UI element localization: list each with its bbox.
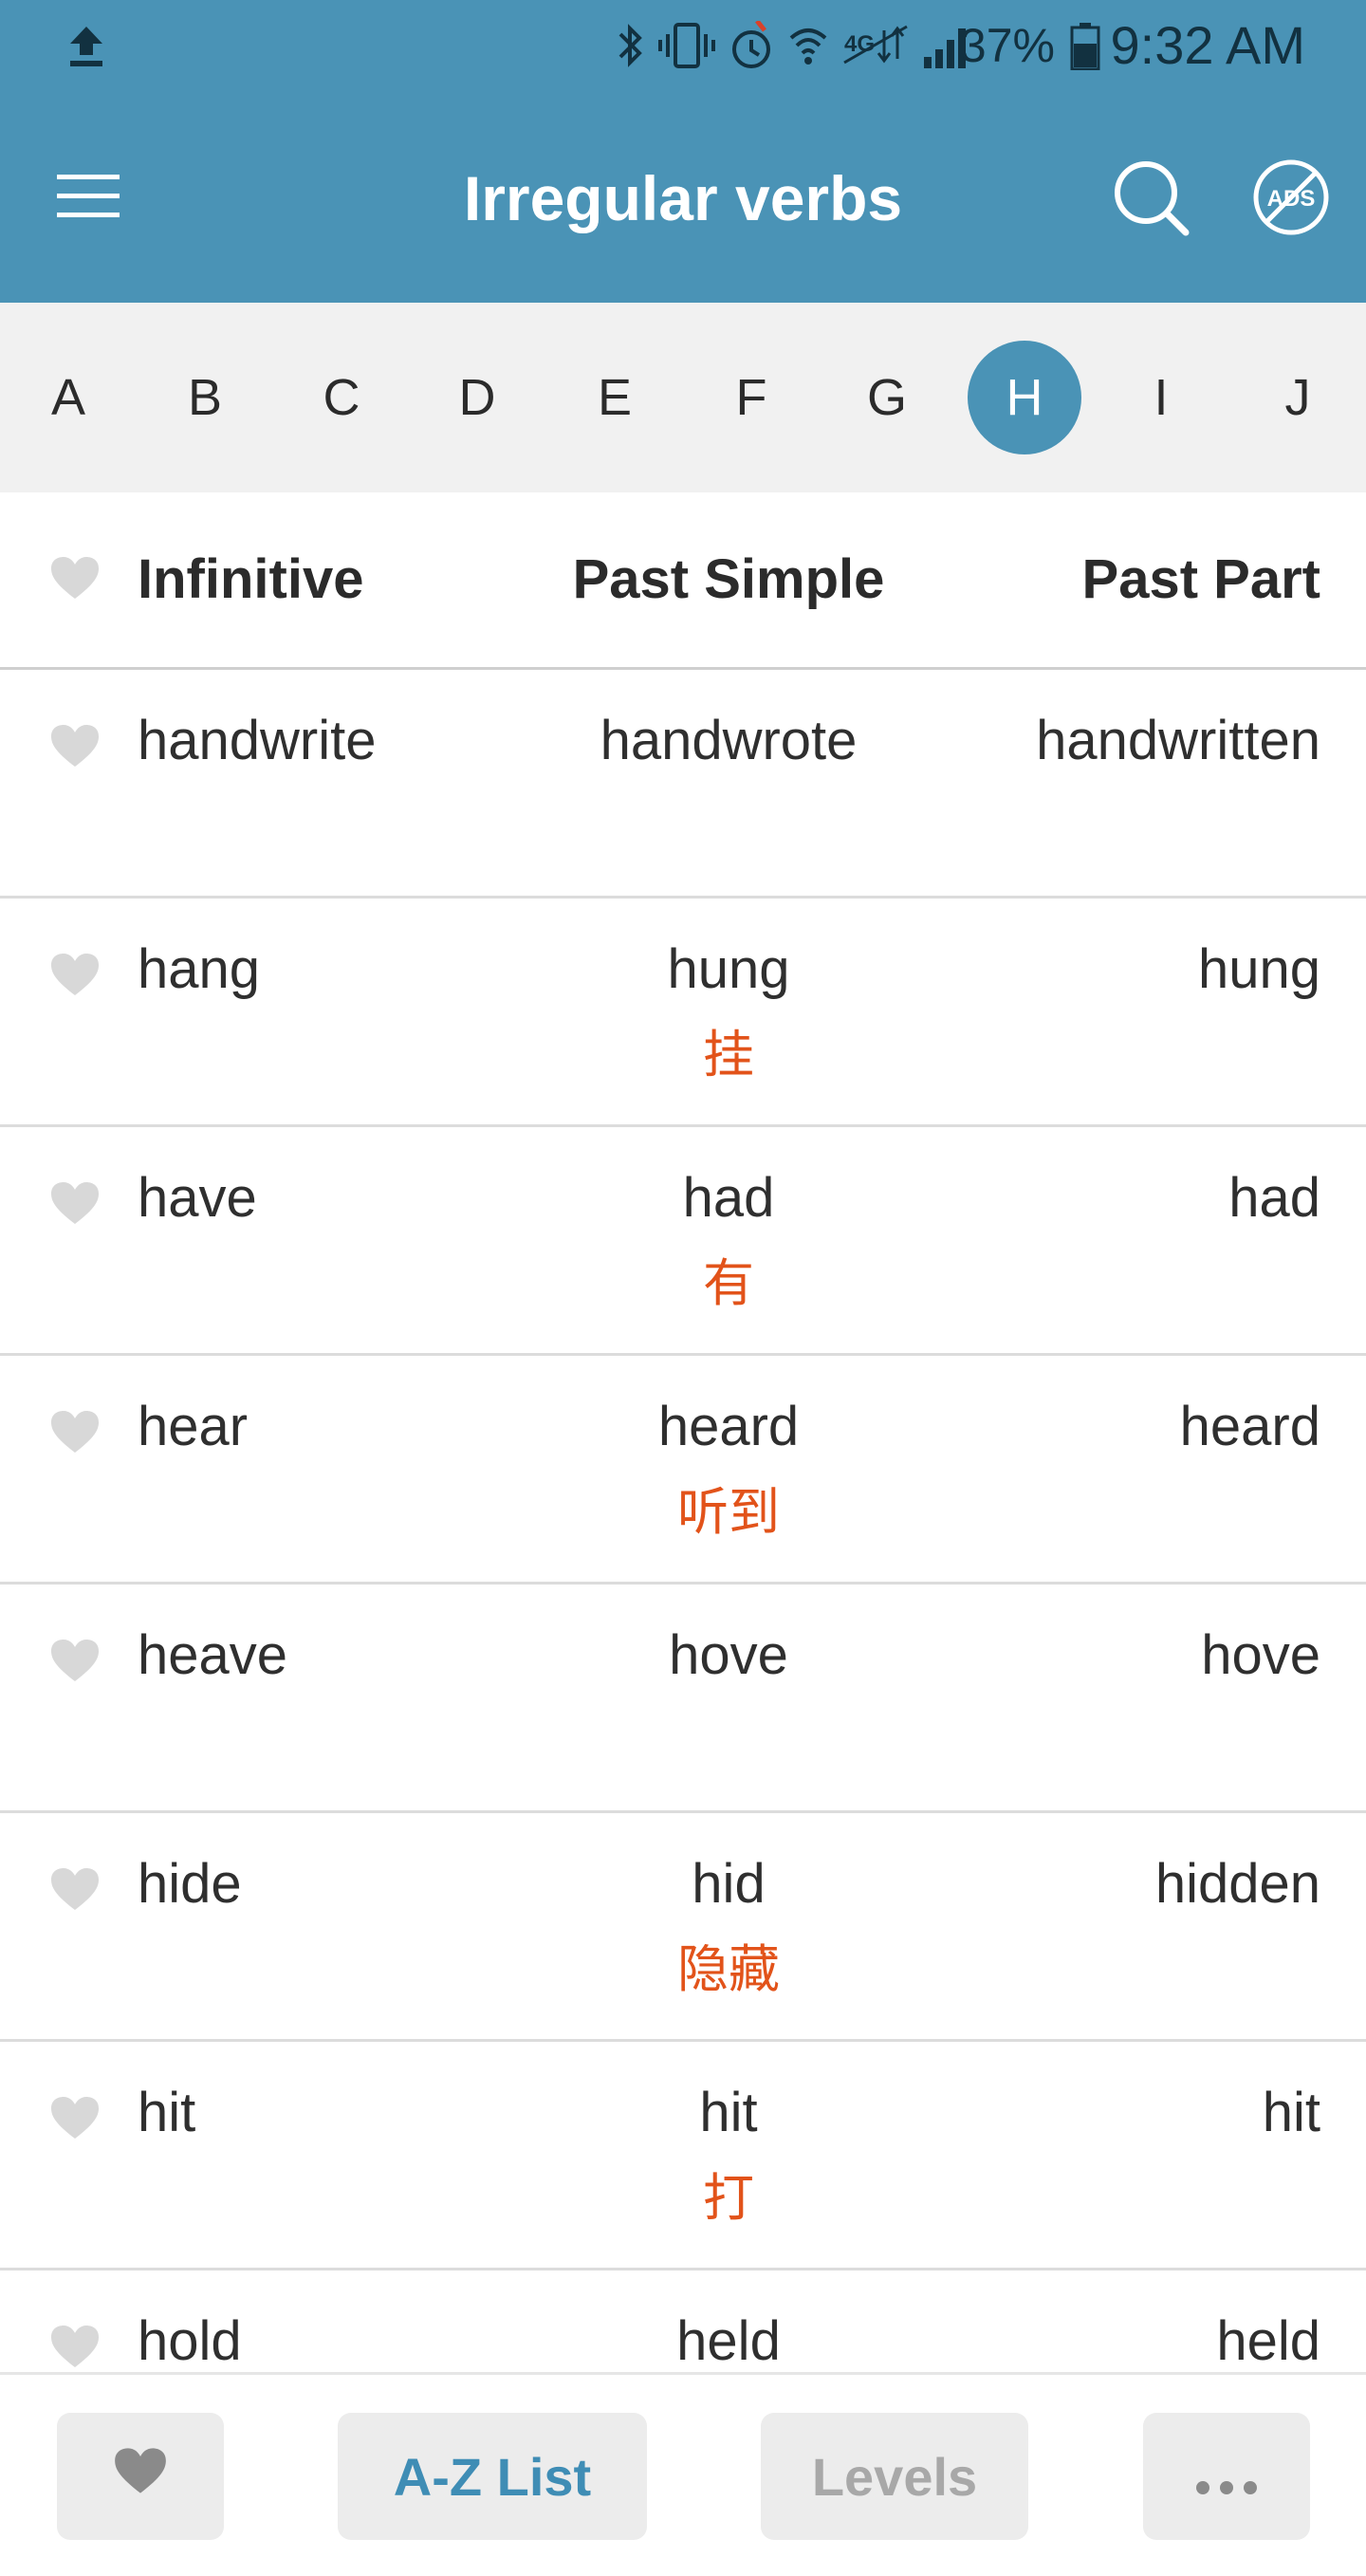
past-simple-cell: handwrote (600, 710, 858, 771)
clock: 9:32 AM (1110, 15, 1305, 75)
battery-percent: 37% (959, 19, 1055, 72)
past-simple-cell: hit (699, 2082, 758, 2143)
translation-text: 挂 (703, 1025, 754, 1084)
table-row[interactable]: hang hung hung 挂 (0, 899, 1366, 1127)
alphabet-bar: A B C D E F G H I J (0, 303, 1366, 492)
wifi-icon (787, 21, 829, 70)
letter-c[interactable]: C (285, 341, 398, 454)
letter-i[interactable]: I (1104, 341, 1218, 454)
header-infinitive[interactable]: Infinitive (138, 547, 363, 613)
past-participle-cell: hit (1262, 2082, 1320, 2143)
table-row[interactable]: hit hit hit 打 (0, 2042, 1366, 2270)
alarm-icon (729, 21, 774, 70)
search-icon (1112, 158, 1191, 243)
past-participle-cell: hove (1201, 1624, 1320, 1686)
infinitive-cell: hit (138, 2082, 196, 2143)
past-participle-cell: hidden (1154, 1853, 1320, 1915)
past-simple-cell: hung (667, 938, 790, 1000)
bluetooth-icon (617, 21, 645, 70)
levels-tab[interactable]: Levels (761, 2413, 1028, 2540)
letter-f[interactable]: F (694, 341, 808, 454)
past-simple-cell: hid (692, 1853, 766, 1915)
table-row[interactable]: handwrite handwrote handwritten (0, 670, 1366, 899)
heart-icon[interactable] (49, 1638, 101, 1683)
letter-b[interactable]: B (148, 341, 262, 454)
heart-icon[interactable] (49, 1180, 101, 1226)
heart-icon[interactable] (49, 1409, 101, 1455)
lte-icon: 4G (842, 21, 909, 70)
verb-list: handwrite handwrote handwritten hang hun… (0, 670, 1366, 2372)
battery-icon (1070, 23, 1100, 71)
past-participle-cell: hung (1197, 938, 1320, 1000)
letter-h-selected[interactable]: H (968, 341, 1081, 454)
heart-icon[interactable] (49, 555, 101, 601)
app-bar: Irregular verbs ADS (0, 92, 1366, 303)
letter-g[interactable]: G (830, 341, 944, 454)
translation-text: 打 (703, 2168, 754, 2228)
translation-text: 有 (703, 1253, 754, 1313)
header-past-simple[interactable]: Past Simple (493, 547, 964, 613)
table-row[interactable]: have had had 有 (0, 1127, 1366, 1356)
past-participle-cell: heard (1179, 1396, 1320, 1457)
heart-icon[interactable] (49, 952, 101, 997)
heart-icon[interactable] (49, 2095, 101, 2140)
infinitive-cell: heave (138, 1624, 288, 1686)
translation-text: 隐藏 (677, 1939, 780, 1999)
more-dots-icon (1195, 2446, 1258, 2508)
az-list-tab[interactable]: A-Z List (338, 2413, 647, 2540)
infinitive-cell: hide (138, 1853, 242, 1915)
heart-icon[interactable] (49, 723, 101, 769)
infinitive-cell: hang (138, 938, 261, 1000)
search-button[interactable] (1110, 158, 1193, 242)
heart-icon[interactable] (49, 2324, 101, 2369)
infinitive-cell: hold (138, 2310, 242, 2372)
letter-a[interactable]: A (11, 341, 125, 454)
table-header: Infinitive Past Simple Past Part (0, 492, 1366, 670)
header-past-participle[interactable]: Past Part (1082, 547, 1320, 613)
past-participle-cell: handwritten (1036, 710, 1320, 771)
table-row[interactable]: hear heard heard 听到 (0, 1356, 1366, 1585)
infinitive-cell: have (138, 1167, 257, 1229)
table-row[interactable]: hold held held (0, 2270, 1366, 2372)
more-button[interactable] (1143, 2413, 1310, 2540)
remove-ads-button[interactable]: ADS (1250, 158, 1332, 240)
heart-icon[interactable] (49, 1866, 101, 1912)
infinitive-cell: hear (138, 1396, 249, 1457)
upload-arrow-icon (66, 25, 106, 68)
bottom-navigation: A-Z List Levels (0, 2372, 1366, 2576)
heart-icon (113, 2446, 168, 2508)
status-bar: 4G 37% 9:32 AM (0, 0, 1366, 92)
letter-d[interactable]: D (420, 341, 534, 454)
letter-j[interactable]: J (1241, 341, 1355, 454)
past-simple-cell: hove (669, 1624, 788, 1686)
past-participle-cell: held (1216, 2310, 1320, 2372)
past-simple-cell: heard (657, 1396, 800, 1457)
translation-text: 听到 (677, 1482, 780, 1542)
vibrate-icon (658, 21, 715, 70)
letter-e[interactable]: E (558, 341, 672, 454)
no-ads-icon: ADS (1251, 158, 1331, 242)
past-simple-cell: held (676, 2310, 781, 2372)
table-row[interactable]: hide hid hidden 隐藏 (0, 1813, 1366, 2042)
past-participle-cell: had (1228, 1167, 1320, 1229)
infinitive-cell: handwrite (138, 710, 377, 771)
past-simple-cell: had (682, 1167, 775, 1229)
favorites-button[interactable] (57, 2413, 224, 2540)
table-row[interactable]: heave hove hove (0, 1585, 1366, 1813)
